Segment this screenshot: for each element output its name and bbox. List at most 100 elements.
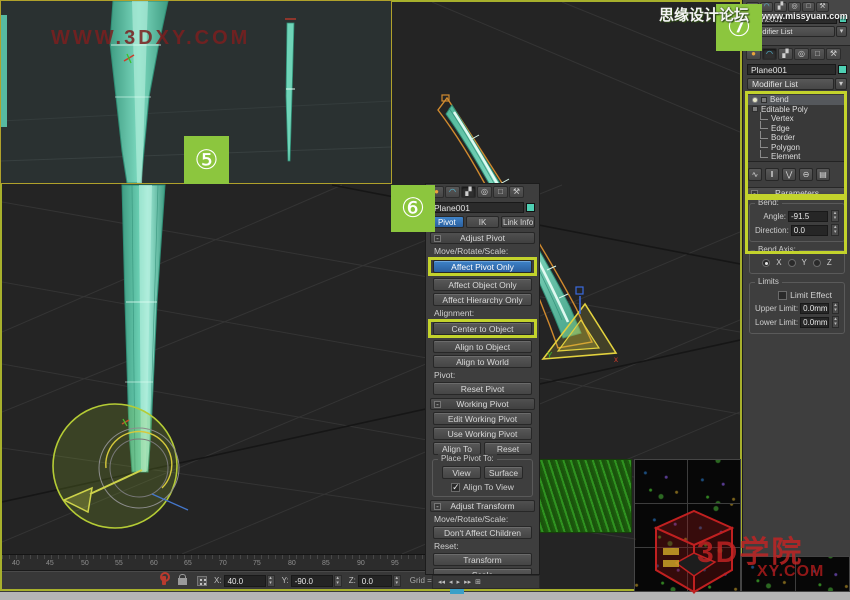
limits-label: Limits bbox=[755, 277, 782, 287]
transform-button[interactable]: Transform bbox=[433, 553, 532, 566]
modify-tab-icon[interactable]: ◠ bbox=[445, 186, 460, 198]
modifier-icon bbox=[761, 97, 767, 103]
go-to-start-icon[interactable]: ◂◂ bbox=[438, 578, 445, 586]
dropdown-arrow-icon[interactable]: ▾ bbox=[835, 78, 847, 90]
collapse-icon[interactable]: - bbox=[434, 235, 441, 242]
modify-tab-icon[interactable]: ◠ bbox=[762, 48, 777, 60]
modify-command-panel: ● ◠ ▞ ◎ □ ⚒ Plane001 Modifier List ▾ ● ◠… bbox=[742, 0, 850, 556]
motion-tab-icon[interactable]: ◎ bbox=[794, 48, 809, 60]
utilities-tab-icon[interactable]: ⚒ bbox=[826, 48, 841, 60]
timeline-tick: 60 bbox=[150, 560, 158, 567]
upper-limit-field[interactable]: 0.0mm bbox=[800, 303, 829, 314]
play-icon[interactable]: ▸ bbox=[457, 578, 461, 586]
place-pivot-group: Place Pivot To: View Surface Align To Vi… bbox=[432, 459, 533, 497]
object-name-field[interactable]: Plane001 bbox=[430, 202, 524, 213]
rollout-adjust-transform[interactable]: - Adjust Transform bbox=[430, 500, 535, 512]
display-tab-icon[interactable]: □ bbox=[802, 2, 815, 12]
tab-ik[interactable]: IK bbox=[466, 216, 500, 228]
display-tab-icon[interactable]: □ bbox=[810, 48, 825, 60]
tree-line bbox=[760, 131, 768, 139]
utilities-tab-icon[interactable]: ⚒ bbox=[816, 2, 829, 12]
timeline-tick: 85 bbox=[322, 560, 330, 567]
motion-tab-icon[interactable]: ◎ bbox=[788, 2, 801, 12]
stack-item-bend[interactable]: Bend bbox=[748, 95, 846, 105]
axis-z-radio[interactable] bbox=[813, 259, 821, 267]
axis-x-label: X bbox=[776, 258, 781, 267]
dont-affect-children-button[interactable]: Don't Affect Children bbox=[433, 526, 532, 539]
affect-hierarchy-only-button[interactable]: Affect Hierarchy Only bbox=[433, 293, 532, 306]
selection-lock-icon[interactable] bbox=[178, 578, 187, 585]
modifier-enabled-icon[interactable] bbox=[752, 97, 758, 103]
motion-tab-icon[interactable]: ◎ bbox=[477, 186, 492, 198]
set-key-icon[interactable] bbox=[162, 576, 166, 585]
show-end-result-icon[interactable]: ‖ bbox=[765, 168, 779, 181]
limits-group: Limits Limit Effect Upper Limit: 0.0mm ▴… bbox=[749, 282, 845, 334]
rollout-working-pivot[interactable]: - Working Pivot bbox=[430, 398, 535, 410]
align-to-view-checkbox[interactable] bbox=[451, 483, 460, 492]
hierarchy-tab-icon[interactable]: ▞ bbox=[778, 48, 793, 60]
axis-y-radio[interactable] bbox=[788, 259, 796, 267]
modifier-stack-toolbar: ∿ ‖ ⋁ ⊖ ▤ bbox=[743, 164, 850, 184]
absolute-mode-icon[interactable] bbox=[197, 576, 207, 586]
align-to-object-button[interactable]: Align to Object bbox=[433, 340, 532, 353]
use-working-pivot-button[interactable]: Use Working Pivot bbox=[433, 427, 532, 440]
x-coord-field[interactable]: 40.0 bbox=[224, 575, 266, 587]
configure-modifier-sets-icon[interactable]: ▤ bbox=[816, 168, 830, 181]
step-callout-5: ⑤ bbox=[184, 136, 229, 184]
watermark-xy: XY.COM bbox=[757, 563, 824, 581]
stack-item-element[interactable]: Element bbox=[748, 152, 846, 162]
direction-field[interactable]: 0.0 bbox=[791, 225, 829, 236]
pin-stack-icon[interactable]: ∿ bbox=[748, 168, 762, 181]
collapse-icon[interactable]: - bbox=[751, 190, 758, 197]
angle-spinner[interactable]: ▴▾ bbox=[831, 210, 839, 222]
modifier-list-dropdown[interactable]: Modifier List bbox=[747, 78, 834, 90]
tab-pivot[interactable]: Pivot bbox=[430, 216, 464, 228]
utilities-tab-icon[interactable]: ⚒ bbox=[509, 186, 524, 198]
scale-button[interactable]: Scale bbox=[433, 568, 532, 575]
dropdown-arrow-icon[interactable]: ▾ bbox=[836, 26, 847, 37]
edit-working-pivot-button[interactable]: Edit Working Pivot bbox=[433, 412, 532, 425]
object-color-swatch[interactable] bbox=[526, 203, 535, 212]
make-unique-icon[interactable]: ⋁ bbox=[782, 168, 796, 181]
z-coord-field[interactable]: 0.0 bbox=[358, 575, 392, 587]
center-to-object-button[interactable]: Center to Object bbox=[433, 322, 532, 335]
object-name-field[interactable]: Plane001 bbox=[747, 64, 836, 75]
surface-button[interactable]: Surface bbox=[484, 466, 523, 479]
reset-pivot-button[interactable]: Reset Pivot bbox=[433, 382, 532, 395]
z-coord-label: Z: bbox=[349, 576, 356, 585]
align-to-world-button[interactable]: Align to World bbox=[433, 355, 532, 368]
affect-pivot-only-button[interactable]: Affect Pivot Only bbox=[433, 260, 532, 273]
key-mode-icon[interactable]: ⊞ bbox=[475, 578, 481, 586]
object-color-swatch[interactable] bbox=[838, 65, 847, 74]
move-rotate-scale-label: Move/Rotate/Scale: bbox=[434, 246, 531, 256]
x-coord-spinner[interactable]: ▴▾ bbox=[267, 575, 275, 587]
rollout-adjust-pivot[interactable]: - Adjust Pivot bbox=[430, 232, 535, 244]
limit-effect-checkbox[interactable] bbox=[778, 291, 787, 300]
alignment-label: Alignment: bbox=[434, 308, 531, 318]
bend-group: Bend: Angle: -91.5 ▴▾ Direction: 0.0 ▴▾ bbox=[749, 203, 845, 242]
next-frame-icon[interactable]: ▸▸ bbox=[464, 578, 471, 586]
view-button[interactable]: View bbox=[442, 466, 481, 479]
direction-spinner[interactable]: ▴▾ bbox=[831, 224, 839, 236]
tab-link-info[interactable]: Link Info bbox=[501, 216, 535, 228]
y-coord-spinner[interactable]: ▴▾ bbox=[334, 575, 342, 587]
lower-limit-spinner[interactable]: ▴▾ bbox=[832, 316, 839, 328]
remove-modifier-icon[interactable]: ⊖ bbox=[799, 168, 813, 181]
display-tab-icon[interactable]: □ bbox=[493, 186, 508, 198]
collapse-icon[interactable]: - bbox=[434, 503, 441, 510]
angle-field[interactable]: -91.5 bbox=[788, 211, 828, 222]
lower-limit-label: Lower Limit: bbox=[755, 318, 798, 327]
timeline-tick: 95 bbox=[391, 560, 399, 567]
z-coord-spinner[interactable]: ▴▾ bbox=[393, 575, 401, 587]
hierarchy-tab-icon[interactable]: ▞ bbox=[774, 2, 787, 12]
lower-limit-field[interactable]: 0.0mm bbox=[800, 317, 829, 328]
y-coord-field[interactable]: -90.0 bbox=[291, 575, 333, 587]
axis-x-radio[interactable] bbox=[762, 259, 770, 267]
previous-frame-icon[interactable]: ◂ bbox=[449, 578, 453, 586]
hierarchy-tab-icon[interactable]: ▞ bbox=[461, 186, 476, 198]
time-controls[interactable]: ◂◂ ◂ ▸ ▸▸ ⊞ bbox=[432, 575, 540, 589]
upper-limit-spinner[interactable]: ▴▾ bbox=[832, 302, 839, 314]
affect-object-only-button[interactable]: Affect Object Only bbox=[433, 278, 532, 291]
collapse-icon[interactable]: - bbox=[434, 401, 441, 408]
inset-plane-thin[interactable] bbox=[285, 19, 296, 161]
